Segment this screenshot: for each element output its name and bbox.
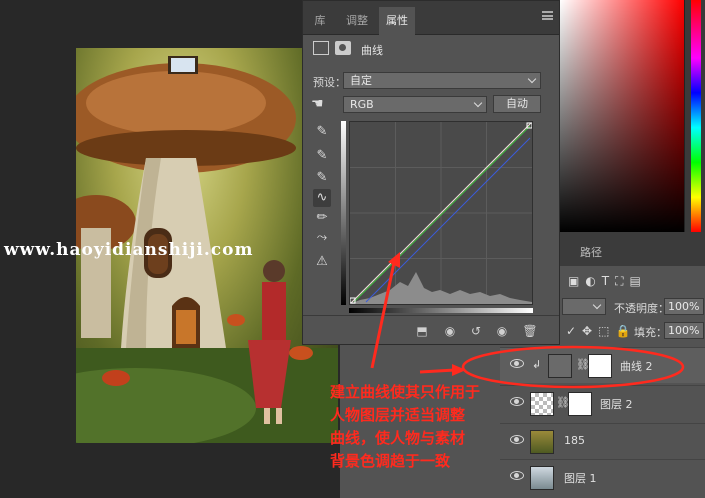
annotation-line: 人物图层并适当调整 [330, 406, 466, 424]
annotation-arrow-right [419, 368, 456, 374]
annotation-line: 建立曲线使其只作用于 [330, 383, 481, 401]
annotation-arrow [370, 257, 397, 369]
watermark: www.haoyidianshiji.com [4, 240, 254, 260]
annotation-line: 曲线，使人物与素材 [330, 429, 466, 447]
annotation-line: 背景色调趋于一致 [330, 452, 451, 470]
annotation-text: 建立曲线使其只作用于 人物图层并适当调整 曲线，使人物与素材 背景色调趋于一致 [330, 381, 530, 473]
